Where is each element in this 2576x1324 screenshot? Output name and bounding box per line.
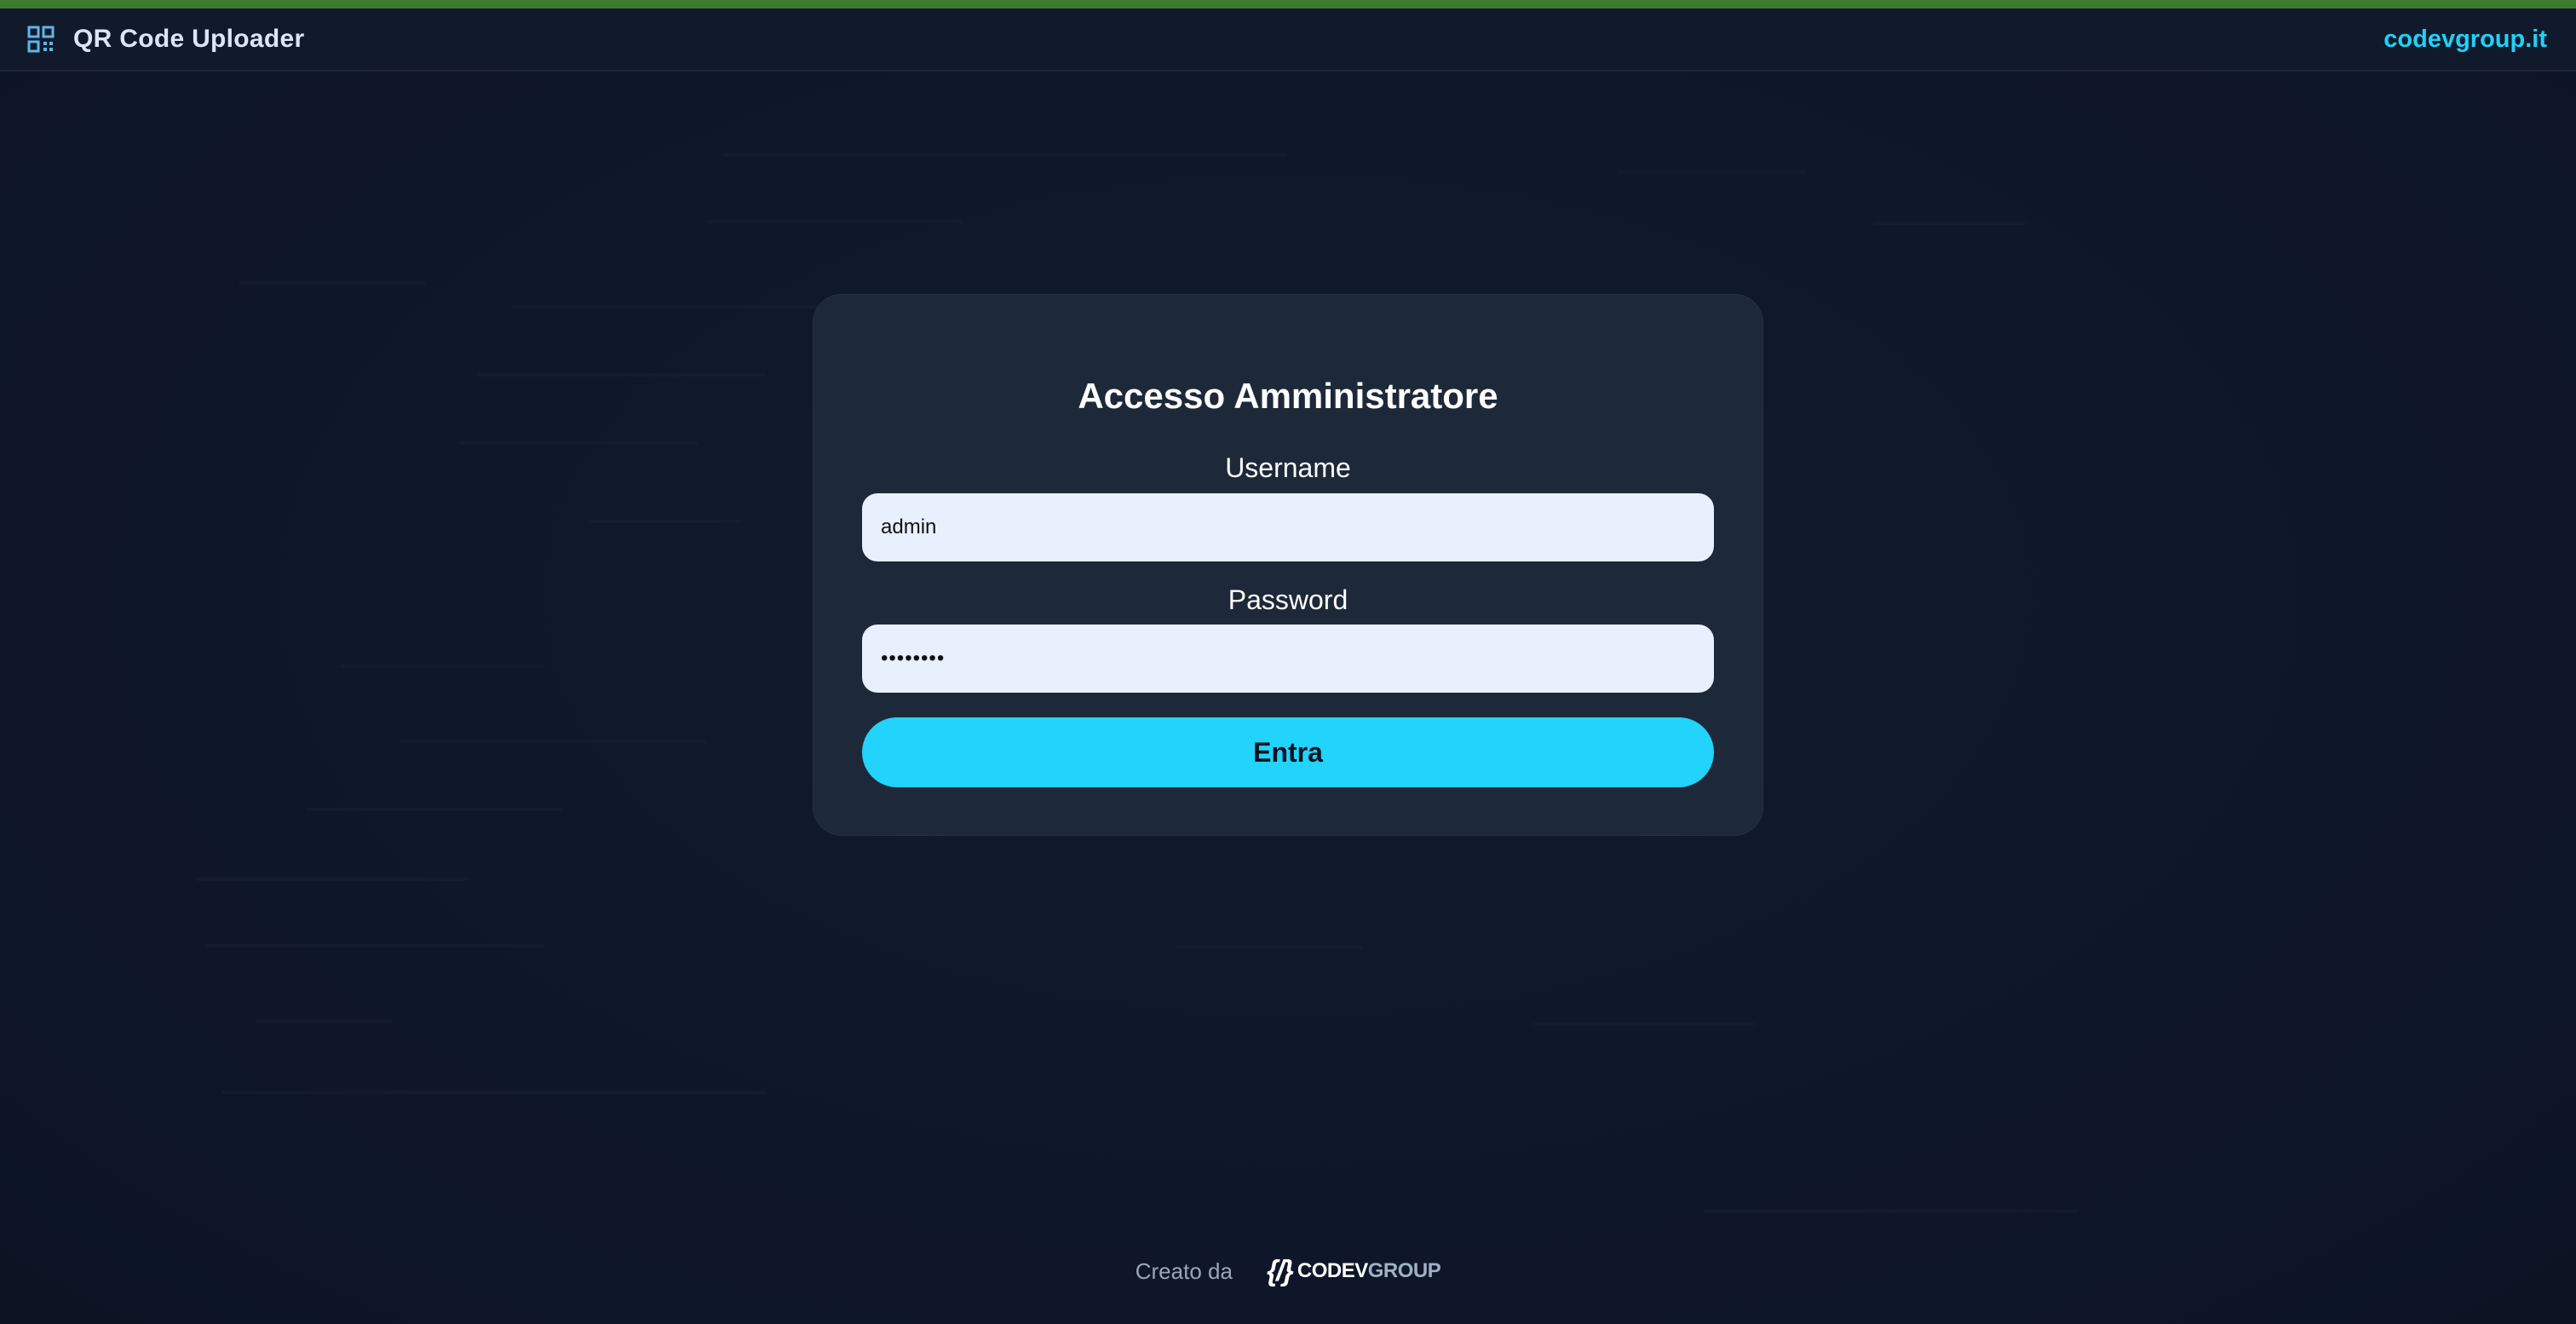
- footer: Creato da {/} CODEV GROUP: [0, 1252, 2576, 1290]
- logo-text-group: GROUP: [1367, 1259, 1441, 1282]
- login-title: Accesso Amministratore: [1078, 376, 1498, 416]
- qr-code-icon: [27, 26, 55, 53]
- username-input[interactable]: [862, 493, 1714, 561]
- codevgroup-link[interactable]: codevgroup.it: [2383, 26, 2547, 54]
- app-window: QR Code Uploader codevgroup.it Accesso A…: [0, 0, 2576, 1324]
- password-input[interactable]: [862, 625, 1714, 693]
- password-label: Password: [1228, 584, 1348, 615]
- top-navigation-bar: QR Code Uploader codevgroup.it: [0, 9, 2576, 72]
- username-label: Username: [1225, 452, 1351, 483]
- app-title: QR Code Uploader: [73, 25, 305, 53]
- codevgroup-logo[interactable]: {/} CODEV GROUP: [1266, 1254, 1441, 1288]
- brand[interactable]: QR Code Uploader: [27, 25, 305, 54]
- code-brackets-icon: {/}: [1266, 1254, 1294, 1287]
- login-submit-button[interactable]: Entra: [862, 717, 1714, 787]
- top-accent-bar: [0, 0, 2576, 9]
- login-card: Accesso Amministratore Username Password…: [813, 294, 1763, 836]
- footer-created-by: Creato da: [1135, 1258, 1233, 1284]
- logo-text-codev: CODEV: [1297, 1259, 1368, 1282]
